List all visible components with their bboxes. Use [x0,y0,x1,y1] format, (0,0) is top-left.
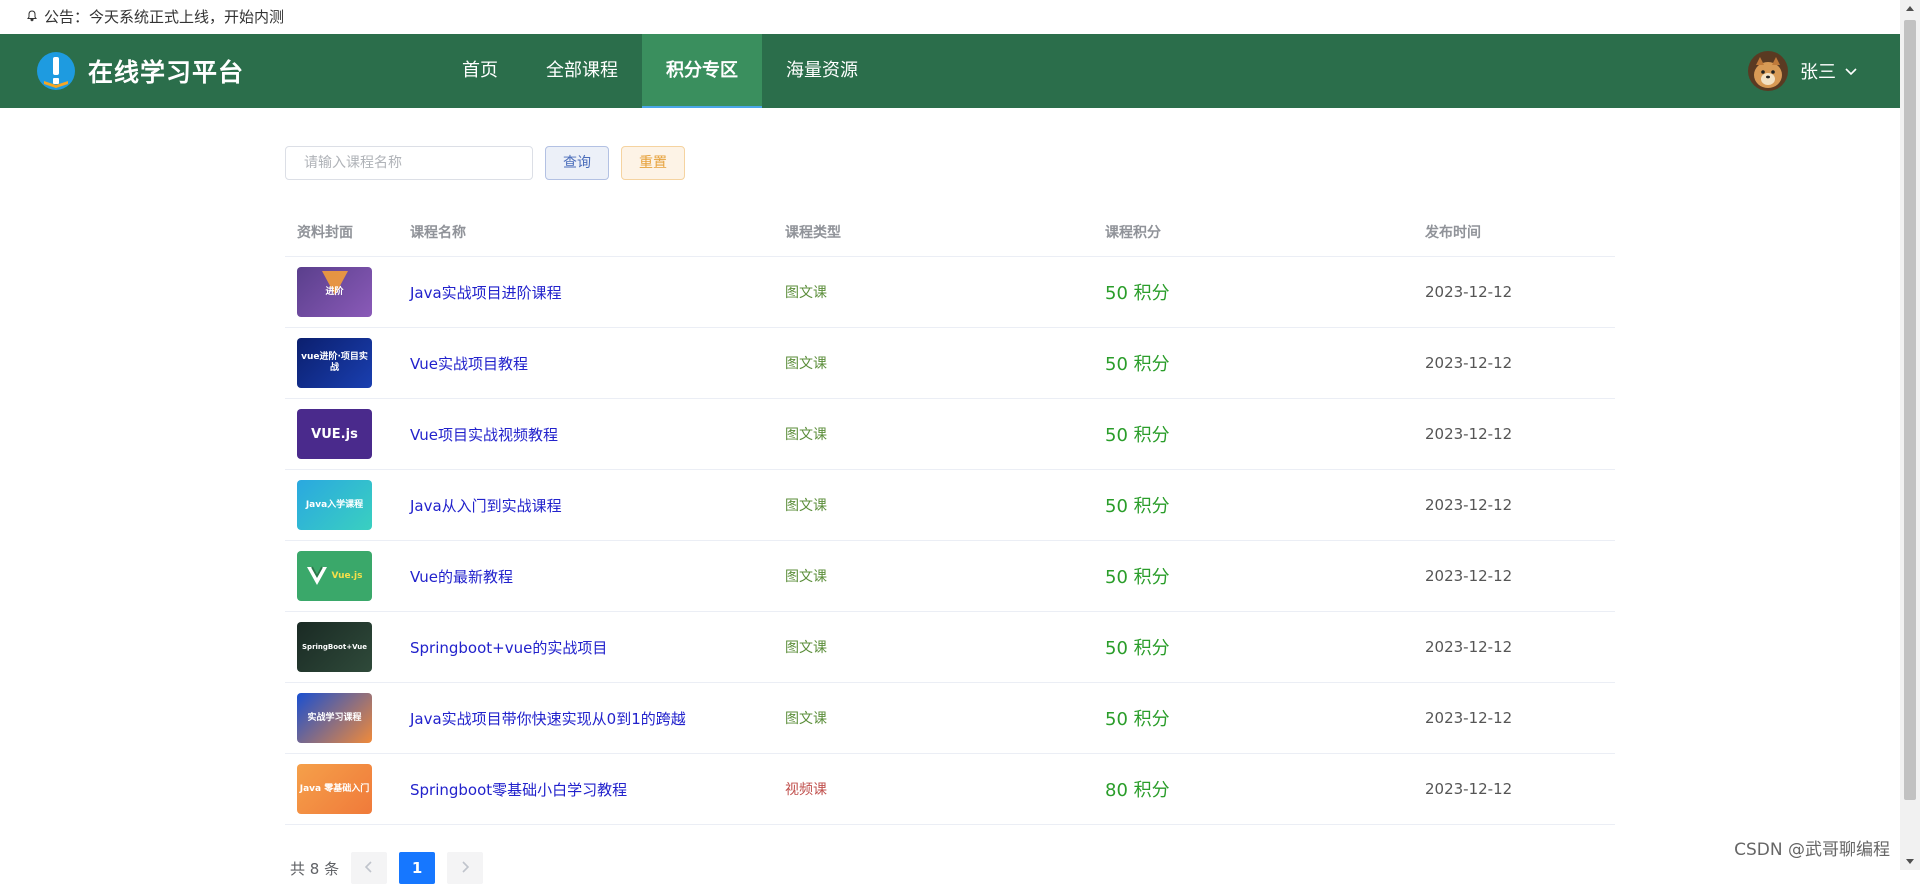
publish-date: 2023-12-12 [1425,709,1513,727]
course-name-link[interactable]: Java实战项目进阶课程 [410,284,562,302]
main-nav: 首页 全部课程 积分专区 海量资源 [438,34,882,108]
query-button[interactable]: 查询 [545,146,609,180]
course-points: 50 积分 [1105,354,1170,375]
course-points: 50 积分 [1105,567,1170,588]
table-row[interactable]: SpringBoot+Vue Springboot+vue的实战项目 图文课 5… [285,612,1615,683]
header-date: 发布时间 [1425,225,1481,241]
course-type: 图文课 [785,569,827,585]
cover-label: 进阶 [325,286,344,297]
publish-date: 2023-12-12 [1425,780,1513,798]
header-name: 课程名称 [410,225,466,241]
user-name: 张三 [1800,62,1836,83]
table-row[interactable]: Java入学课程 Java从入门到实战课程 图文课 50 积分 2023-12-… [285,470,1615,541]
pagination-total: 共 8 条 [290,859,340,878]
nav-resources[interactable]: 海量资源 [762,34,882,108]
course-type: 图文课 [785,640,827,656]
cover-label: Vue.js [331,570,363,581]
course-name-link[interactable]: Springboot+vue的实战项目 [410,639,607,657]
table-row[interactable]: VUE.js Vue项目实战视频教程 图文课 50 积分 2023-12-12 [285,399,1615,470]
logo-icon [36,51,76,91]
cover-label: 实战学习课程 [307,712,362,723]
scrollbar-thumb[interactable] [1904,20,1916,800]
cover-label: Java 零基础入门 [299,783,370,794]
chevron-right-icon [462,861,470,873]
course-points: 50 积分 [1105,496,1170,517]
course-type: 图文课 [785,356,827,372]
table-row[interactable]: 实战学习课程 Java实战项目带你快速实现从0到1的跨越 图文课 50 积分 2… [285,683,1615,754]
chevron-down-icon[interactable] [1844,62,1858,81]
course-cover[interactable]: VUE.js [297,409,372,459]
course-search-input[interactable] [285,146,533,180]
course-points: 50 积分 [1105,709,1170,730]
top-navigation-bar: 在线学习平台 首页 全部课程 积分专区 海量资源 张三 [0,34,1900,108]
course-points: 80 积分 [1105,780,1170,801]
bell-icon [26,2,40,36]
nav-all-courses[interactable]: 全部课程 [522,34,642,108]
course-type: 视频课 [785,782,827,798]
logo-text: 在线学习平台 [88,58,245,87]
page-number-button[interactable]: 1 [399,852,436,884]
publish-date: 2023-12-12 [1425,567,1513,585]
cover-label: SpringBoot+Vue [302,642,367,651]
course-name-link[interactable]: Java从入门到实战课程 [410,497,562,515]
watermark: CSDN @武哥聊编程 [1734,840,1890,860]
course-type: 图文课 [785,285,827,301]
table-header: 资料封面 课程名称 课程类型 课程积分 发布时间 [285,208,1615,257]
course-cover[interactable]: Vue.js [297,551,372,601]
table-row[interactable]: vue进阶·项目实战 Vue实战项目教程 图文课 50 积分 2023-12-1… [285,328,1615,399]
search-bar: 查询 重置 [285,146,685,180]
course-cover[interactable]: Java入学课程 [297,480,372,530]
course-points: 50 积分 [1105,638,1170,659]
course-cover[interactable]: 实战学习课程 [297,693,372,743]
next-page-button[interactable] [447,852,484,884]
cover-label: VUE.js [311,426,358,442]
publish-date: 2023-12-12 [1425,638,1513,656]
course-name-link[interactable]: Vue的最新教程 [410,568,513,586]
course-name-link[interactable]: Vue实战项目教程 [410,355,528,373]
course-points: 50 积分 [1105,425,1170,446]
user-menu[interactable]: 张三 [1748,51,1858,91]
course-type: 图文课 [785,711,827,727]
course-cover[interactable]: SpringBoot+Vue [297,622,372,672]
nav-points-zone[interactable]: 积分专区 [642,34,762,108]
publish-date: 2023-12-12 [1425,425,1513,443]
course-cover[interactable]: Java 零基础入门 [297,764,372,814]
header-cover: 资料封面 [297,225,353,241]
cover-label: Java入学课程 [305,499,364,510]
course-points: 50 积分 [1105,283,1170,304]
course-type: 图文课 [785,498,827,514]
publish-date: 2023-12-12 [1425,283,1513,301]
table-row[interactable]: Vue.js Vue的最新教程 图文课 50 积分 2023-12-12 [285,541,1615,612]
publish-date: 2023-12-12 [1425,354,1513,372]
header-type: 课程类型 [785,225,841,241]
avatar[interactable] [1748,51,1788,91]
course-name-link[interactable]: Vue项目实战视频教程 [410,426,558,444]
announcement-text: 公告：今天系统正式上线，开始内测 [44,8,285,26]
table-row[interactable]: Java 零基础入门 Springboot零基础小白学习教程 视频课 80 积分… [285,754,1615,825]
reset-button[interactable]: 重置 [621,146,685,180]
course-type: 图文课 [785,427,827,443]
course-cover[interactable]: vue进阶·项目实战 [297,338,372,388]
prev-page-button[interactable] [351,852,388,884]
nav-home[interactable]: 首页 [438,34,522,108]
course-table: 资料封面 课程名称 课程类型 课程积分 发布时间 进阶 Java实战项目进阶课程… [285,208,1615,825]
course-cover[interactable]: 进阶 [297,267,372,317]
announcement-bar: 公告：今天系统正式上线，开始内测 [0,0,1920,34]
scroll-up-arrow-icon[interactable] [1906,6,1914,11]
scroll-down-arrow-icon[interactable] [1906,859,1914,864]
logo[interactable]: 在线学习平台 [36,51,244,91]
pagination: 共 8 条 1 [290,852,484,884]
course-name-link[interactable]: Springboot零基础小白学习教程 [410,781,627,799]
table-row[interactable]: 进阶 Java实战项目进阶课程 图文课 50 积分 2023-12-12 [285,257,1615,328]
course-name-link[interactable]: Java实战项目带你快速实现从0到1的跨越 [410,710,686,728]
publish-date: 2023-12-12 [1425,496,1513,514]
cover-label: vue进阶·项目实战 [301,352,368,373]
chevron-left-icon [364,861,372,873]
vertical-scrollbar[interactable] [1900,0,1920,870]
header-points: 课程积分 [1105,225,1161,241]
